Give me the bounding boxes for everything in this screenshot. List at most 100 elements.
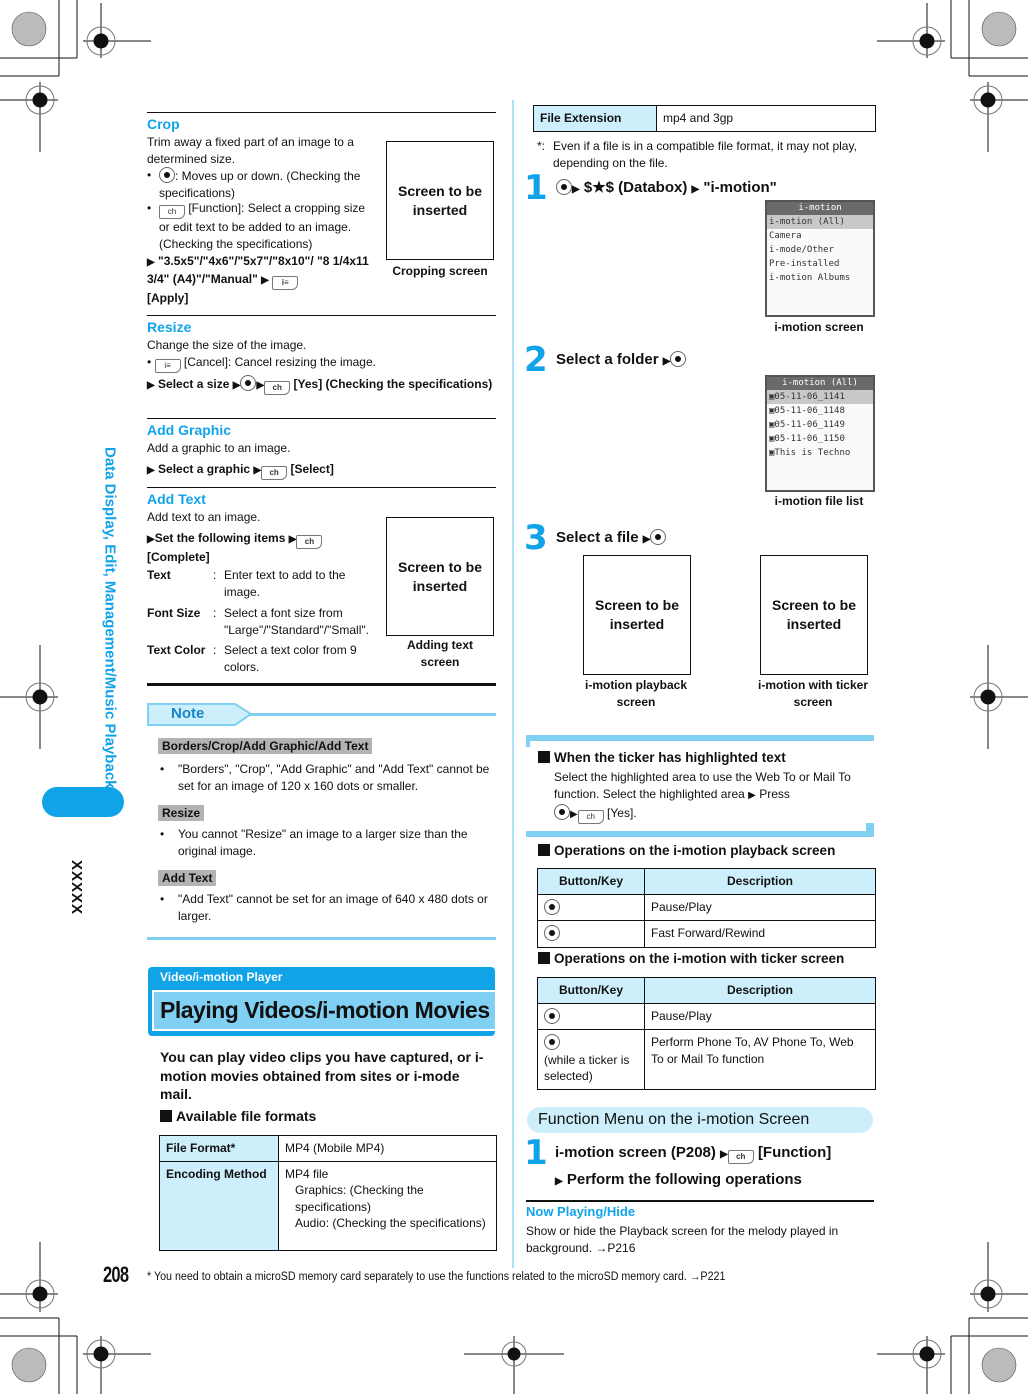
center-key-icon	[650, 529, 667, 545]
index-label: XXXXX	[68, 860, 85, 916]
step-number: 2	[524, 340, 548, 380]
ticker-text: Select the highlighted area to use the W…	[554, 769, 864, 824]
crop-title: Crop	[147, 116, 180, 132]
crop-bullet-2: • ch [Function]: Select a cropping size …	[147, 201, 366, 251]
section-banner: Video/i-motion Player Playing Videos/i-m…	[148, 967, 497, 1036]
table-row: Encoding Method MP4 file Graphics: (Chec…	[159, 1160, 497, 1251]
ticker-box-bottom-rule	[526, 831, 874, 837]
divider	[526, 1200, 874, 1202]
note-text: • "Borders", "Crop", "Add Graphic" and "A…	[160, 762, 490, 793]
left-right-key-icon	[544, 925, 560, 941]
note-heading: Resize	[158, 805, 205, 821]
section-end-rule	[147, 683, 496, 686]
table-row: Fast Forward/Rewind	[537, 920, 876, 948]
function-softkey-icon: ch	[264, 381, 291, 395]
center-key-icon	[554, 804, 570, 820]
add-text-step: ▶Set the following items ▶ ch [Complete]	[147, 530, 377, 566]
cropping-screen-placeholder: Screen to be inserted	[386, 141, 494, 260]
step-number: 1	[524, 168, 548, 208]
resize-title: Resize	[147, 319, 192, 335]
footer-note: * You need to obtain a microSD memory ca…	[147, 1271, 726, 1283]
center-key-icon	[544, 1034, 560, 1050]
function-menu-title: Function Menu on the i-motion Screen	[538, 1111, 810, 1128]
playback-ops-table: Button/Key Description Pause/Play Fast F…	[537, 868, 876, 948]
resize-desc: Change the size of the image.	[147, 338, 307, 352]
adding-text-screen-caption: Adding text screen	[407, 638, 473, 669]
note-heading: Borders/Crop/Add Graphic/Add Text	[158, 738, 373, 754]
function-softkey-icon: ch	[261, 466, 288, 480]
add-graphic-title: Add Graphic	[147, 422, 232, 438]
ticker-screen-caption: i-motion with ticker screen	[757, 678, 868, 709]
note-heading: Add Text	[158, 870, 217, 886]
file-formats-table: File Format* MP4 (Mobile MP4) Encoding M…	[159, 1135, 497, 1251]
list-item: ▣05-11-06_1150	[769, 434, 845, 444]
list-item: Pre-installed	[769, 259, 840, 269]
add-text-item-text: Text: Enter text to add to the image.	[147, 568, 346, 599]
step2-text: Select a folder ▶	[556, 351, 687, 368]
list-item: i-motion (All)	[767, 215, 873, 229]
step3-text: Select a file ▶	[556, 529, 667, 546]
table-header-row: Button/Key Description	[537, 868, 876, 895]
crop-bullet-1: • : Moves up or down. (Checking the spec…	[147, 167, 361, 200]
list-item: ▣This is Techno	[769, 448, 851, 458]
list-item: ▣05-11-06_1149	[769, 420, 845, 430]
section-category: Video/i-motion Player	[160, 970, 283, 984]
ticker-box-top-rule	[526, 735, 874, 741]
table-row: File Extension mp4 and 3gp	[533, 105, 876, 132]
function-menu-banner: Function Menu on the i-motion Screen	[527, 1107, 873, 1133]
arrow-icon: ▶	[261, 275, 269, 286]
crop-step: ▶ "3.5x5"/"4x6"/"5x7"/"8x10"/ "8 1/4x11 …	[147, 254, 369, 305]
step1-text: ▶ $★$ (Databox) ▶ "i-motion"	[556, 178, 777, 196]
note-banner: Note	[147, 703, 496, 726]
page-number: 208	[103, 1262, 129, 1287]
chapter-side-title: Data Display, Edit, Management/Music Pla…	[101, 447, 119, 789]
divider	[147, 418, 496, 419]
function-softkey-icon: ch	[296, 535, 323, 549]
square-bullet-icon	[538, 844, 550, 856]
note-text: • "Add Text" cannot be set for an image o…	[160, 892, 488, 923]
i-motion-file-list-screen: i-motion (All) ▣05-11-06_1141 ▣05-11-06_…	[765, 375, 875, 492]
center-key-icon	[670, 351, 687, 367]
table-row: File Format* MP4 (Mobile MP4)	[159, 1135, 497, 1162]
now-playing-title: Now Playing/Hide	[526, 1204, 636, 1219]
ticker-heading: When the ticker has highlighted text	[538, 750, 786, 765]
divider	[147, 112, 496, 113]
table-header-row: Button/Key Description	[537, 977, 876, 1004]
ticker-screen-placeholder: Screen to be inserted	[760, 555, 868, 675]
ticker-ops-heading: Operations on the i-motion with ticker s…	[538, 951, 844, 966]
square-bullet-icon	[538, 751, 550, 763]
apply-softkey-icon: i≡	[272, 276, 299, 290]
step-number: 1	[524, 1133, 548, 1173]
function-softkey-icon: ch	[727, 1150, 754, 1164]
list-item: Camera	[769, 231, 802, 241]
center-key-icon	[240, 375, 257, 391]
center-key-icon	[544, 898, 560, 915]
table-row: (while a ticker is selected) Perform Pho…	[537, 1029, 876, 1090]
square-bullet-icon	[538, 952, 550, 964]
arrow-icon: ▶	[147, 257, 155, 268]
adding-text-screen-placeholder: Screen to be inserted	[386, 517, 494, 636]
playback-ops-heading: Operations on the i-motion playback scre…	[538, 843, 835, 858]
list-item: i-mode/Other	[769, 245, 835, 255]
add-graphic-step: ▶ Select a graphic ▶ ch [Select]	[147, 461, 496, 480]
function-softkey-icon: ch	[577, 810, 604, 824]
i-motion-screen-caption: i-motion screen	[774, 320, 864, 334]
add-text-item-font-size: Font Size: Select a font size from "Larg…	[147, 606, 369, 637]
i-motion-screen: i-motion i-motion (All) Camera i-mode/Ot…	[765, 200, 875, 317]
square-bullet-icon	[160, 1110, 172, 1122]
note-label: Note	[171, 705, 205, 722]
function-menu-step: i-motion screen (P208) ▶ ch [Function] ▶ …	[555, 1144, 832, 1188]
i-motion-file-list-caption: i-motion file list	[774, 494, 864, 508]
function-softkey-icon: ch	[159, 205, 185, 219]
section-title: Playing Videos/i-motion Movies	[152, 990, 497, 1031]
formats-heading: Available file formats	[160, 1108, 316, 1124]
divider	[147, 315, 496, 316]
file-extension-table: File Extension mp4 and 3gp	[533, 105, 876, 132]
section-intro: You can play video clips you have captur…	[160, 1049, 484, 1102]
add-text-item-text-color: Text Color: Select a text color from 9 c…	[147, 643, 357, 674]
footnote: *: Even if a file is in a compatible fil…	[537, 139, 857, 170]
chapter-tab[interactable]	[42, 787, 124, 817]
list-item: ▣05-11-06_1148	[769, 406, 845, 416]
add-text-desc: Add text to an image.	[147, 510, 261, 524]
playback-screen-caption: i-motion playback screen	[584, 678, 688, 709]
